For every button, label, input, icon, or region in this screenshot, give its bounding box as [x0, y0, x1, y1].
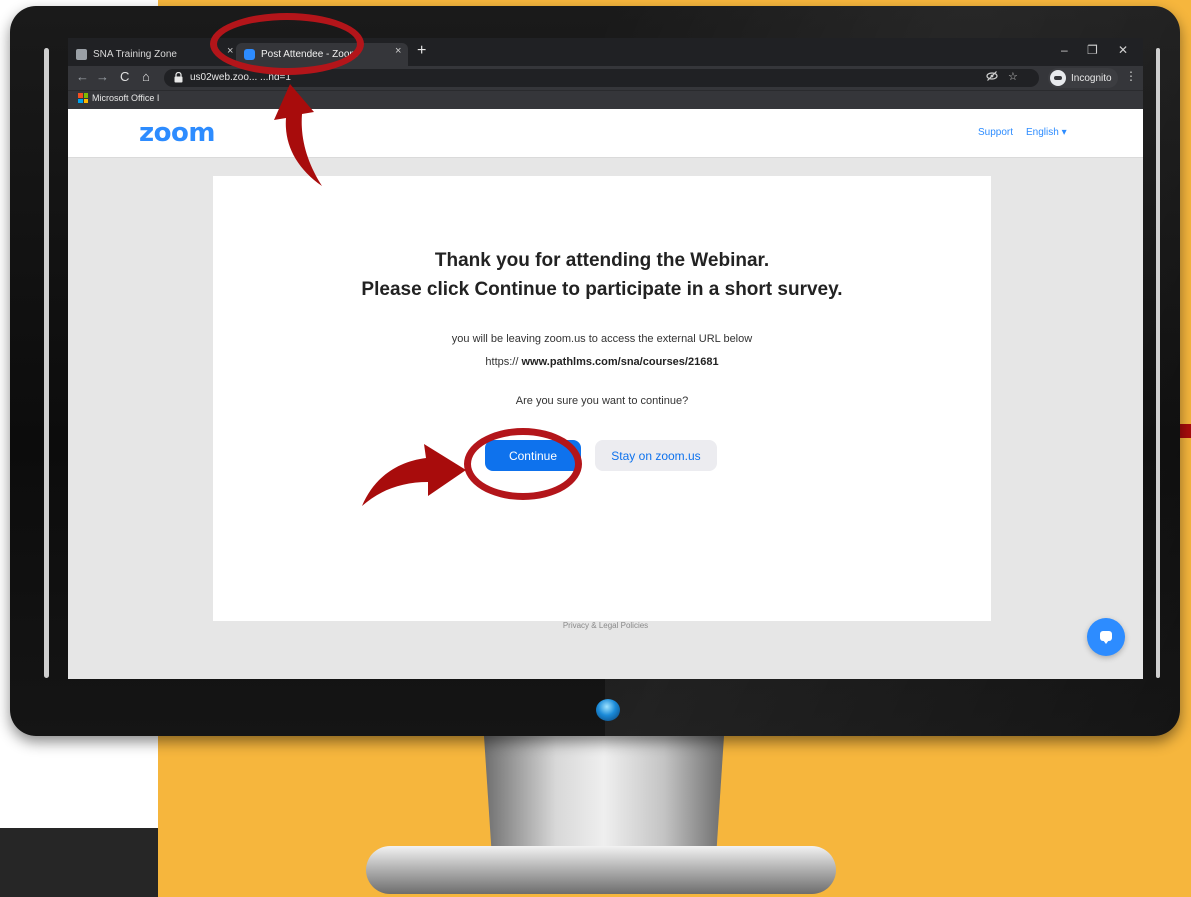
highlight-ring-tab — [210, 13, 364, 75]
lock-icon — [174, 72, 183, 83]
bookmark-label: Microsoft Office I — [92, 93, 160, 103]
incognito-icon — [1050, 70, 1066, 86]
monitor-screen: SNA Training Zone × Post Attendee - Zoom… — [68, 38, 1143, 679]
url-value: www.pathlms.com/sna/courses/21681 — [521, 356, 719, 368]
monitor-base — [366, 846, 836, 894]
new-tab-button[interactable]: + — [417, 42, 426, 60]
bezel-edge-right — [1156, 48, 1160, 678]
chat-bubble-icon — [1100, 631, 1112, 644]
star-icon[interactable]: ☆ — [1008, 70, 1018, 83]
maximize-icon[interactable]: ❐ — [1087, 43, 1098, 57]
tab-label: SNA Training Zone — [93, 49, 177, 60]
support-link[interactable]: Support — [978, 127, 1013, 138]
survey-redirect-card: Thank you for attending the Webinar. Ple… — [213, 176, 991, 621]
right-arrow-icon — [362, 444, 466, 506]
up-arrow-icon — [274, 84, 322, 186]
zoom-header: zoom Support English ▾ — [68, 109, 1143, 158]
heading-line-1: Thank you for attending the Webinar. — [434, 250, 770, 271]
forward-arrow-icon[interactable]: → — [96, 69, 109, 84]
confirm-question: Are you sure you want to continue? — [515, 395, 689, 407]
external-url: https:// www.pathlms.com/sna/courses/216… — [213, 356, 991, 368]
back-arrow-icon[interactable]: ← — [76, 69, 89, 84]
chat-support-button[interactable] — [1087, 618, 1125, 656]
sna-favicon-icon — [76, 49, 87, 60]
monitor-neck — [484, 736, 724, 846]
home-icon[interactable]: ⌂ — [142, 69, 150, 84]
window-close-icon[interactable]: ✕ — [1118, 43, 1128, 57]
tab-close-icon[interactable]: × — [395, 45, 401, 57]
power-light-icon — [596, 699, 620, 721]
highlight-ring-continue — [464, 428, 582, 500]
minimize-icon[interactable]: – — [1061, 43, 1068, 57]
bookmark-microsoft-office[interactable]: Microsoft Office I — [78, 93, 159, 103]
language-dropdown[interactable]: English ▾ — [1026, 127, 1067, 138]
leaving-notice: you will be leaving zoom.us to access th… — [451, 333, 753, 345]
stay-on-zoom-button[interactable]: Stay on zoom.us — [595, 440, 717, 471]
web-page: zoom Support English ▾ Thank you for att… — [68, 109, 1143, 679]
eye-off-icon[interactable] — [986, 70, 998, 82]
browser-toolbar: ← → C ⌂ us02web.zoo... ...nd=1 ☆ Incogni… — [68, 66, 1143, 90]
incognito-label: Incognito — [1071, 72, 1112, 84]
bookmarks-bar: Microsoft Office I — [68, 90, 1143, 109]
tab-sna-training-zone[interactable]: SNA Training Zone — [76, 43, 226, 66]
kebab-menu-icon[interactable]: ⋮ — [1125, 69, 1137, 83]
microsoft-logo-icon — [78, 93, 88, 103]
heading-line-2: Please click Continue to participate in … — [361, 279, 843, 300]
url-prefix: https:// — [485, 356, 519, 368]
incognito-badge[interactable]: Incognito — [1048, 68, 1118, 88]
zoom-logo[interactable]: zoom — [139, 118, 215, 148]
reload-icon[interactable]: C — [120, 69, 129, 84]
bezel-edge-left — [44, 48, 49, 678]
page-heading: Thank you for attending the Webinar. Ple… — [213, 246, 991, 304]
privacy-legal-link[interactable]: Privacy & Legal Policies — [68, 621, 1143, 630]
background-dark-corner — [0, 828, 158, 897]
